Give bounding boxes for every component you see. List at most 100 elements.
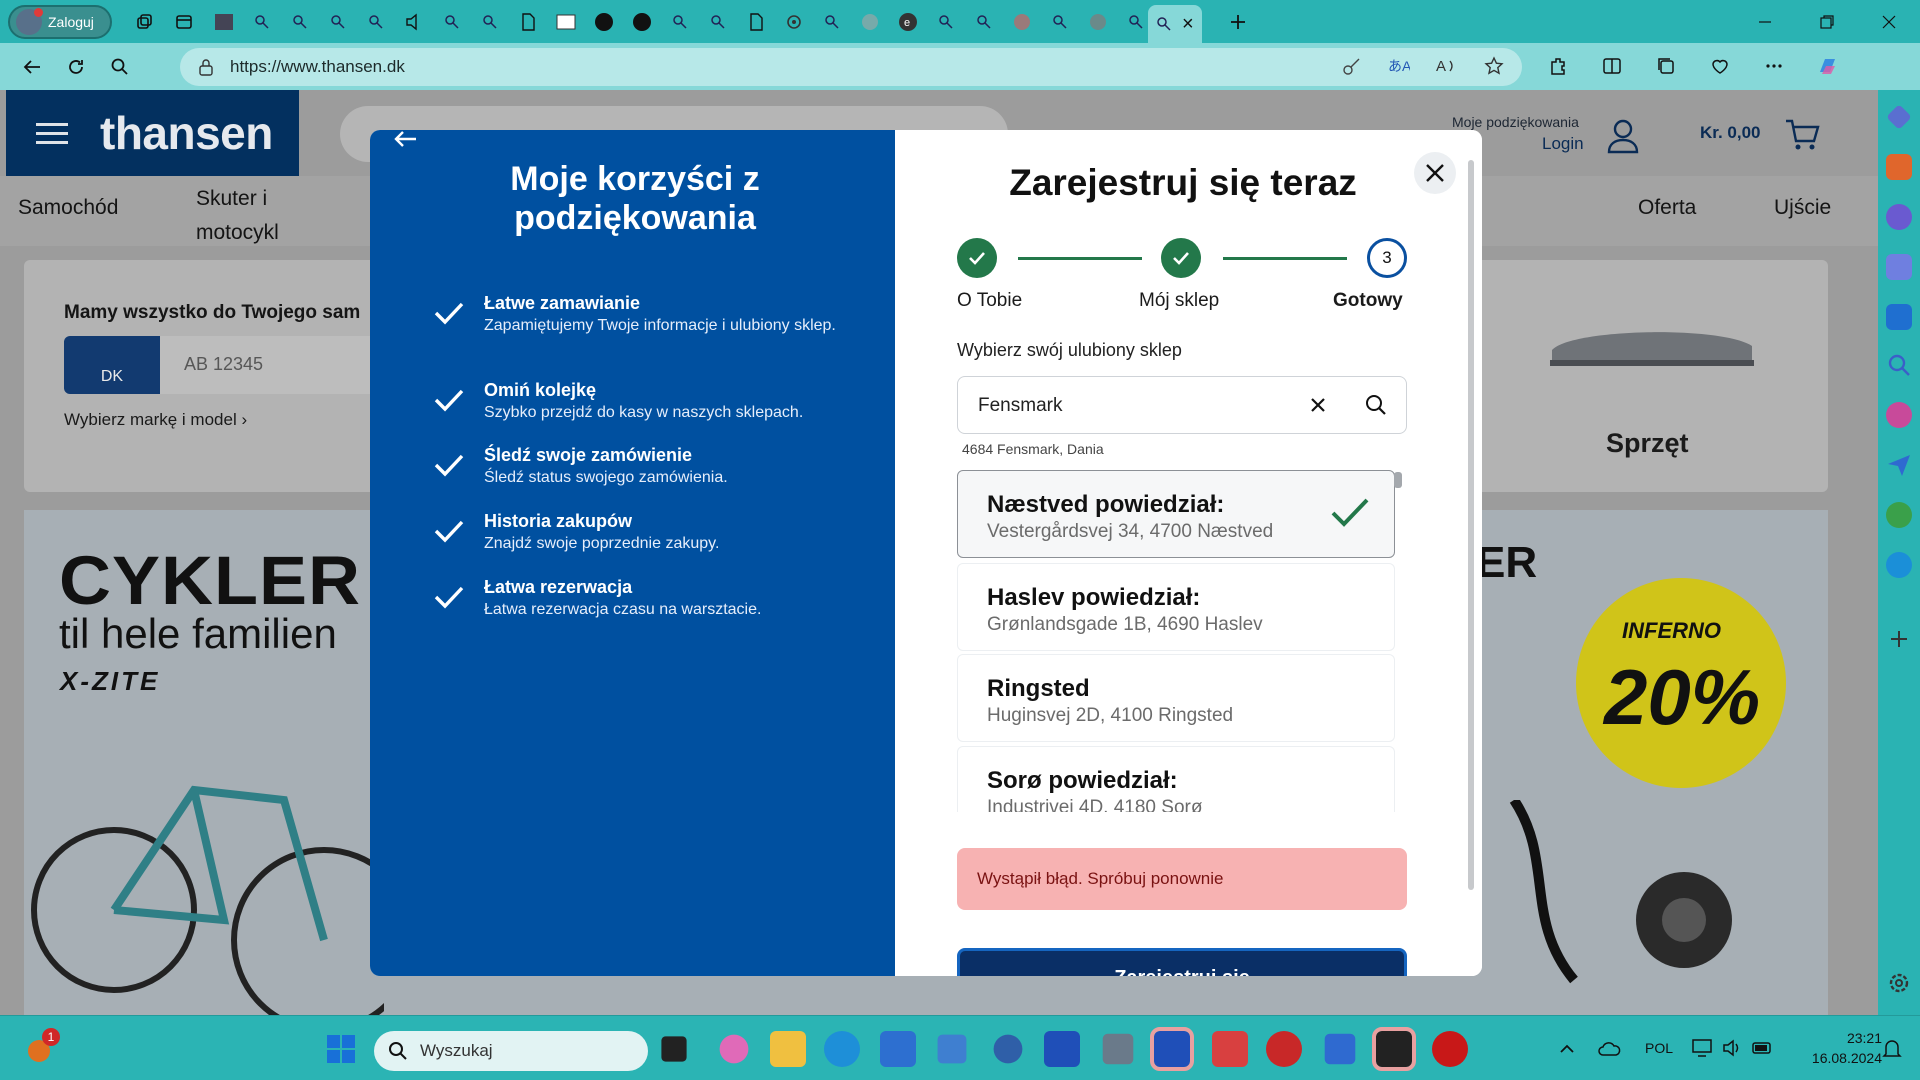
sidebar-send-icon[interactable] xyxy=(1886,452,1912,478)
network-app-icon[interactable] xyxy=(937,1034,967,1064)
equipment-category[interactable]: Sprzęt xyxy=(1606,428,1689,459)
sidebar-copilot-icon[interactable] xyxy=(1886,204,1912,230)
tab-favicon[interactable] xyxy=(1048,10,1072,34)
read-aloud-icon[interactable]: A xyxy=(1436,56,1458,76)
close-window-button[interactable] xyxy=(1858,0,1920,43)
store-option[interactable]: Sorø powiedział: Industrivej 4D, 4180 So… xyxy=(957,746,1395,812)
more-menu-icon[interactable] xyxy=(1756,47,1792,85)
cart-icon[interactable] xyxy=(1784,118,1820,152)
tab-favicon[interactable] xyxy=(554,10,578,34)
red-app-icon[interactable] xyxy=(1266,1031,1302,1067)
display-icon[interactable] xyxy=(1692,1038,1714,1058)
collections-icon[interactable] xyxy=(1648,47,1684,85)
workspaces-icon[interactable] xyxy=(124,10,164,34)
file-explorer-icon[interactable] xyxy=(770,1031,806,1067)
language-indicator[interactable]: POL xyxy=(1645,1040,1673,1056)
cube-app-icon[interactable] xyxy=(1324,1033,1356,1065)
tab-favicon[interactable] xyxy=(516,10,540,34)
edge-icon[interactable] xyxy=(824,1031,860,1067)
menu-icon[interactable] xyxy=(36,121,68,145)
store-option[interactable]: Ringsted Huginsvej 2D, 4100 Ringsted xyxy=(957,654,1395,742)
shop-search-input[interactable]: Fensmark xyxy=(957,376,1407,434)
store-option[interactable]: Haslev powiedział: Grønlandsgade 1B, 469… xyxy=(957,563,1395,651)
battery-icon[interactable] xyxy=(1752,1038,1774,1058)
terminal-icon[interactable] xyxy=(1372,1027,1416,1071)
tab-favicon[interactable] xyxy=(1124,10,1148,34)
sidebar-add-icon[interactable] xyxy=(1886,626,1912,652)
favorite-star-icon[interactable] xyxy=(1484,56,1504,76)
tab-favicon[interactable] xyxy=(782,10,806,34)
chevron-up-icon[interactable] xyxy=(1558,1040,1576,1058)
search-icon[interactable] xyxy=(1364,393,1388,417)
settings-app-icon[interactable] xyxy=(993,1034,1023,1064)
tab-close-button[interactable]: × xyxy=(1182,13,1194,36)
store-option-selected[interactable]: Næstved powiedział: Vestergårdsvej 34, 4… xyxy=(957,470,1395,558)
translate-icon[interactable]: あA xyxy=(1388,56,1410,76)
sidebar-tree-icon[interactable] xyxy=(1886,502,1912,528)
tab-favicon[interactable] xyxy=(934,10,958,34)
sidebar-games-icon[interactable] xyxy=(1886,402,1912,428)
tab-favicon[interactable] xyxy=(1010,10,1034,34)
save-app-icon[interactable] xyxy=(1044,1031,1080,1067)
rad-app-icon[interactable] xyxy=(1432,1031,1468,1067)
active-tab[interactable]: × xyxy=(1148,5,1202,43)
user-icon[interactable] xyxy=(1606,118,1640,154)
tab-favicon[interactable] xyxy=(706,10,730,34)
back-arrow-icon[interactable] xyxy=(392,130,418,152)
back-button[interactable] xyxy=(12,47,52,87)
tab-favicon[interactable] xyxy=(326,10,350,34)
register-submit-button[interactable]: Zarejestruj się xyxy=(957,948,1407,976)
sidebar-outlook-icon[interactable] xyxy=(1886,304,1912,330)
tab-favicon[interactable] xyxy=(402,10,426,34)
store-icon[interactable] xyxy=(880,1031,916,1067)
nav-item-offer[interactable]: Oferta xyxy=(1638,196,1696,220)
nav-item-car[interactable]: Samochód xyxy=(18,196,118,220)
tab-favicon[interactable] xyxy=(630,10,654,34)
nav-item-scooter[interactable]: Skuter i motocykl xyxy=(196,182,296,250)
sidebar-settings-icon[interactable] xyxy=(1886,970,1912,996)
taskbar-search[interactable]: Wyszukaj xyxy=(374,1031,648,1071)
extensions-icon[interactable] xyxy=(1540,47,1576,85)
copilot-icon[interactable] xyxy=(1810,47,1846,85)
restore-button[interactable] xyxy=(1796,0,1858,43)
taskbar-clock[interactable]: 23:21 16.08.2024 xyxy=(1792,1028,1882,1068)
login-link[interactable]: Login xyxy=(1542,134,1584,154)
tab-favicon[interactable] xyxy=(820,10,844,34)
tab-favicon[interactable] xyxy=(668,10,692,34)
address-bar[interactable]: https://www.thansen.dk あA A xyxy=(180,48,1522,86)
sidebar-skype-icon[interactable] xyxy=(1886,552,1912,578)
tab-favicon[interactable] xyxy=(288,10,312,34)
start-button[interactable] xyxy=(326,1034,356,1064)
remote-app-icon[interactable] xyxy=(1102,1033,1134,1065)
tab-favicon[interactable] xyxy=(744,10,768,34)
notification-app-icon[interactable]: 1 xyxy=(26,1028,60,1064)
notifications-bell-icon[interactable] xyxy=(1882,1038,1902,1060)
copilot-taskbar-icon[interactable] xyxy=(719,1034,749,1064)
modal-scrollbar[interactable] xyxy=(1468,160,1474,890)
tab-favicon[interactable] xyxy=(364,10,388,34)
tab-favicon[interactable] xyxy=(212,10,236,34)
sidebar-people-icon[interactable] xyxy=(1886,254,1912,280)
split-screen-icon[interactable] xyxy=(1594,47,1630,85)
new-tab-button[interactable] xyxy=(1220,4,1256,40)
save-app-icon-active[interactable] xyxy=(1150,1027,1194,1071)
search-button[interactable] xyxy=(100,47,140,87)
volume-icon[interactable] xyxy=(1722,1038,1744,1058)
license-plate-input[interactable]: DK AB 12345 xyxy=(64,336,384,394)
sidebar-tag-icon[interactable] xyxy=(1886,104,1912,130)
profile-button[interactable]: Zaloguj xyxy=(8,4,112,39)
tab-favicon[interactable] xyxy=(858,10,882,34)
cloud-icon[interactable] xyxy=(1598,1040,1622,1058)
clear-icon[interactable] xyxy=(1308,395,1328,415)
key-icon[interactable] xyxy=(1342,56,1362,76)
tab-actions-icon[interactable] xyxy=(164,10,204,34)
store-list-scrollbar[interactable] xyxy=(1394,472,1402,488)
site-header-logo[interactable]: thansen xyxy=(6,90,299,176)
media-app-icon[interactable] xyxy=(1212,1031,1248,1067)
refresh-button[interactable] xyxy=(56,47,96,87)
tab-favicon[interactable] xyxy=(440,10,464,34)
nav-item-outlet[interactable]: Ujście xyxy=(1774,196,1831,220)
tab-favicon[interactable]: e xyxy=(896,10,920,34)
tab-favicon[interactable] xyxy=(1086,10,1110,34)
sidebar-search-icon[interactable] xyxy=(1886,352,1912,378)
